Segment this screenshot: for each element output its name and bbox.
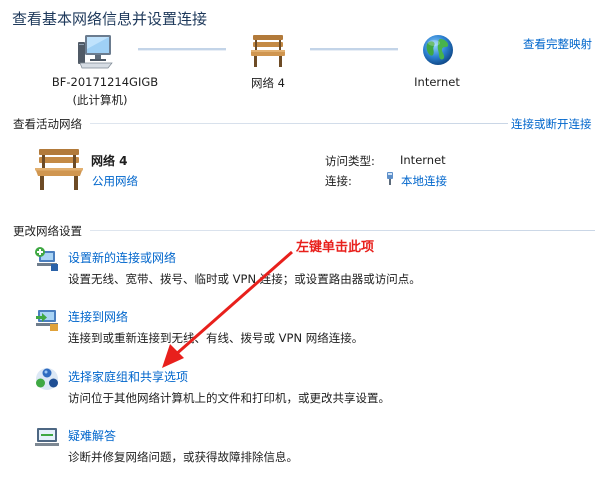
page-title: 查看基本网络信息并设置连接 [12,10,208,28]
annotation-label: 左键单击此项 [296,240,375,255]
network-type-link[interactable]: 公用网络 [92,173,138,189]
active-networks-heading: 查看活动网络 [13,117,82,131]
bench-icon-large [33,146,85,192]
connect-disconnect-link[interactable]: 连接或断开连接 [511,116,592,132]
annotation-arrow [162,250,293,368]
homegroup-icon [34,366,60,392]
new-connection-icon [34,246,60,272]
troubleshoot-icon [34,425,60,449]
connections-label: 连接: [325,174,352,188]
internet-label: Internet [414,75,460,89]
troubleshoot-link[interactable]: 疑难解答 [68,427,116,444]
troubleshoot-desc: 诊断并修复网络问题，或获得故障排除信息。 [68,450,298,464]
computer-subtitle: (此计算机) [72,93,128,107]
connection-line-left [138,48,226,51]
change-settings-heading: 更改网络设置 [13,224,82,238]
access-type-label: 访问类型: [325,154,375,168]
bench-icon[interactable] [249,33,287,69]
network-map-name: 网络 4 [251,76,285,90]
active-networks-divider [90,123,508,124]
local-connection-link[interactable]: 本地连接 [401,173,447,189]
connect-network-icon [34,306,60,332]
computer-icon[interactable] [76,32,116,70]
ethernet-icon [385,171,395,186]
homegroup-sharing-desc: 访问位于其他网络计算机上的文件和打印机，或更改共享设置。 [68,391,390,405]
view-full-map-link[interactable]: 查看完整映射 [523,36,592,52]
connect-to-network-link[interactable]: 连接到网络 [68,308,128,325]
change-settings-divider [90,230,595,231]
active-network-name: 网络 4 [91,154,128,168]
internet-globe-icon[interactable] [421,33,455,67]
computer-name: BF-20171214GIGB [51,75,159,89]
access-type-value: Internet [400,153,446,167]
connection-line-right [310,48,398,51]
